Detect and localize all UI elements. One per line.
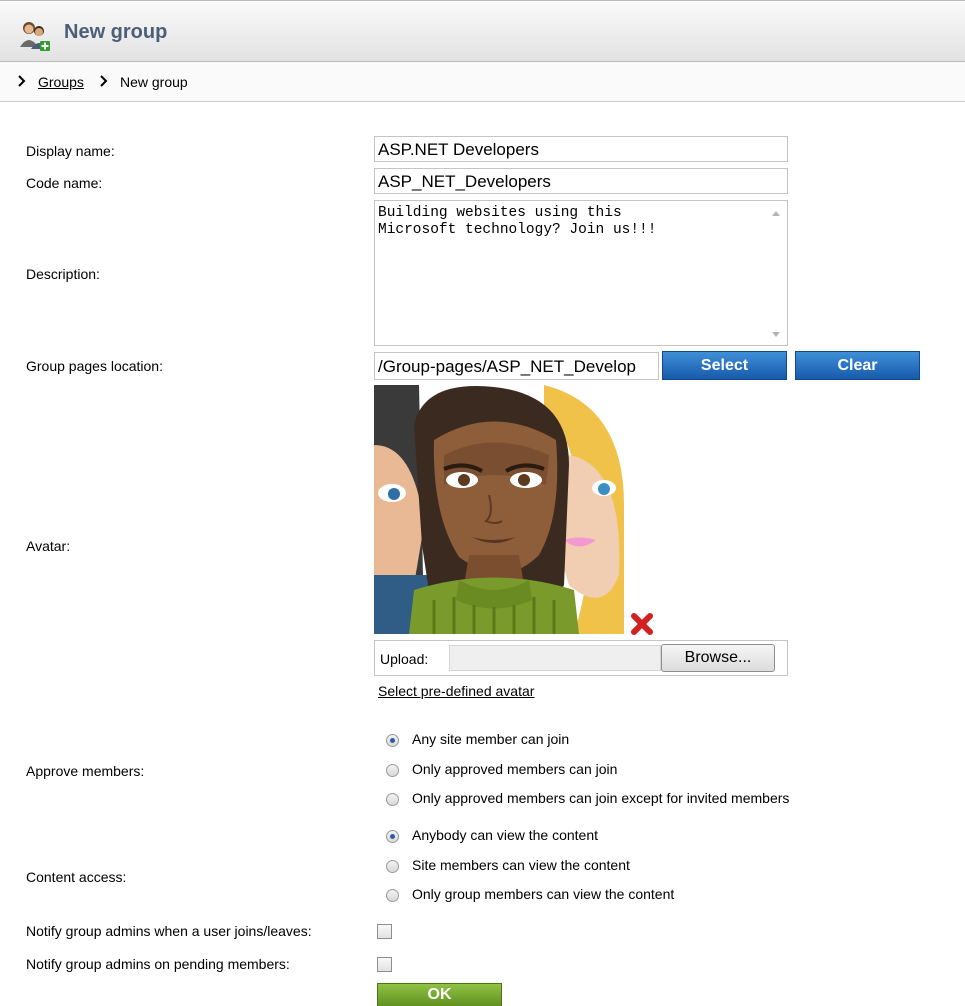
notify-join-leave-checkbox[interactable]: [377, 924, 392, 939]
radio-label: Any site member can join: [412, 731, 570, 747]
page-header: New group: [0, 0, 965, 62]
delete-avatar-icon[interactable]: [631, 613, 653, 635]
radio-label: Only approved members can join: [412, 761, 618, 777]
select-button[interactable]: Select: [662, 351, 787, 380]
scroll-up-icon[interactable]: [771, 209, 781, 217]
display-name-label: Display name:: [26, 143, 115, 159]
breadcrumb: Groups New group: [0, 62, 965, 102]
notify-pending-checkbox[interactable]: [377, 957, 392, 972]
code-name-label: Code name:: [26, 175, 103, 191]
radio-button[interactable]: [386, 793, 399, 806]
description-label: Description:: [26, 266, 100, 282]
radio-button[interactable]: [386, 830, 399, 843]
radio-label: Anybody can view the content: [412, 827, 599, 843]
pages-location-input[interactable]: /Group-pages/ASP_NET_Develop: [374, 352, 659, 380]
group-add-icon: [20, 22, 50, 51]
chevron-right-icon: [100, 75, 108, 87]
upload-label: Upload:: [380, 651, 429, 667]
radio-button[interactable]: [386, 764, 399, 777]
radio-button[interactable]: [386, 889, 399, 902]
code-name-input[interactable]: ASP_NET_Developers: [374, 168, 788, 194]
description-textarea[interactable]: Building websites using this Microsoft t…: [374, 200, 788, 346]
upload-file-field[interactable]: [449, 645, 661, 671]
radio-label: Only approved members can join except fo…: [412, 790, 790, 806]
browse-button[interactable]: Browse...: [661, 644, 775, 672]
breadcrumb-groups-link[interactable]: Groups: [38, 74, 84, 90]
radio-label: Only group members can view the content: [412, 886, 675, 902]
notify-pending-label: Notify group admins on pending members:: [26, 956, 290, 972]
notify-join-leave-label: Notify group admins when a user joins/le…: [26, 923, 312, 939]
clear-button[interactable]: Clear: [795, 351, 920, 380]
upload-box: Upload: Browse...: [374, 640, 788, 676]
description-text: Building websites using this Microsoft t…: [378, 205, 657, 238]
radio-label: Site members can view the content: [412, 857, 630, 873]
approve-members-label: Approve members:: [26, 763, 145, 779]
breadcrumb-current: New group: [120, 74, 188, 90]
radio-button[interactable]: [386, 734, 399, 747]
scroll-down-icon[interactable]: [771, 331, 781, 339]
avatar-label: Avatar:: [26, 538, 71, 554]
display-name-input[interactable]: ASP.NET Developers: [374, 136, 788, 162]
chevron-right-icon: [18, 75, 26, 87]
page-title: New group: [64, 21, 168, 43]
avatar-image: [374, 385, 624, 634]
pages-location-label: Group pages location:: [26, 358, 163, 374]
content-access-label: Content access:: [26, 869, 127, 885]
radio-button[interactable]: [386, 860, 399, 873]
ok-button[interactable]: OK: [377, 983, 502, 1006]
select-predefined-avatar-link[interactable]: Select pre-defined avatar: [378, 683, 534, 699]
